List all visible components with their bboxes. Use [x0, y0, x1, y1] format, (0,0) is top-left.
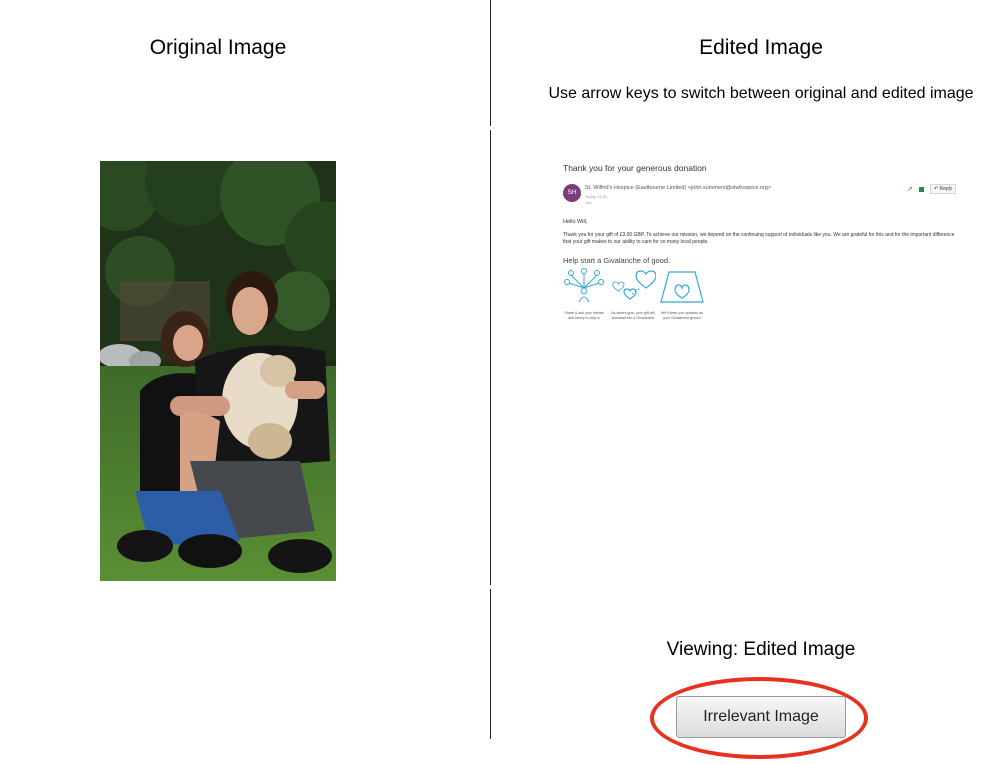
viewing-status: Viewing: Edited Image — [666, 639, 856, 660]
original-photo — [100, 161, 336, 581]
email-body: Thank you for your gift of £3.00 GBP. To… — [563, 232, 955, 245]
email-actions: ➚ ↶ Reply — [907, 184, 957, 194]
email-section-heading: Help start a Givalanche of good. — [563, 256, 671, 265]
instructions-text: Use arrow keys to switch between origina… — [548, 85, 974, 102]
email-sender: St. Wilfrid's Hospice (Eastbourne Limite… — [585, 185, 772, 191]
share-tree-icon — [564, 268, 604, 303]
panel-divider-top — [490, 0, 491, 126]
email-recipient: You — [585, 200, 598, 205]
panel-divider-middle — [490, 130, 491, 585]
edited-image-heading: Edited Image — [699, 36, 823, 59]
email-date: Today, 11:52 — [585, 194, 608, 199]
edited-email-image: Thank you for your generous donation SH … — [555, 155, 965, 335]
reply-button: ↶ Reply — [929, 184, 957, 194]
email-subject: Thank you for your generous donation — [563, 163, 707, 173]
step-caption: We'll keep you updated as your Givalanch… — [661, 311, 703, 320]
irrelevant-image-button[interactable]: Irrelevant Image — [676, 696, 846, 738]
step-caption: Share & ask your friends and family to c… — [564, 311, 604, 320]
panel-divider-bottom — [490, 589, 491, 739]
email-greeting: Hello Will, — [563, 219, 588, 225]
hearts-snowball-icon — [612, 270, 656, 300]
green-square-icon — [918, 186, 924, 192]
original-image-heading: Original Image — [149, 36, 287, 59]
step-caption: As others give, your gift will snowball … — [611, 311, 655, 320]
heart-vessel-icon — [660, 271, 704, 303]
reply-label: Reply — [939, 186, 953, 192]
forward-arrow-icon: ➚ — [907, 186, 913, 193]
sender-avatar: SH — [563, 184, 581, 202]
